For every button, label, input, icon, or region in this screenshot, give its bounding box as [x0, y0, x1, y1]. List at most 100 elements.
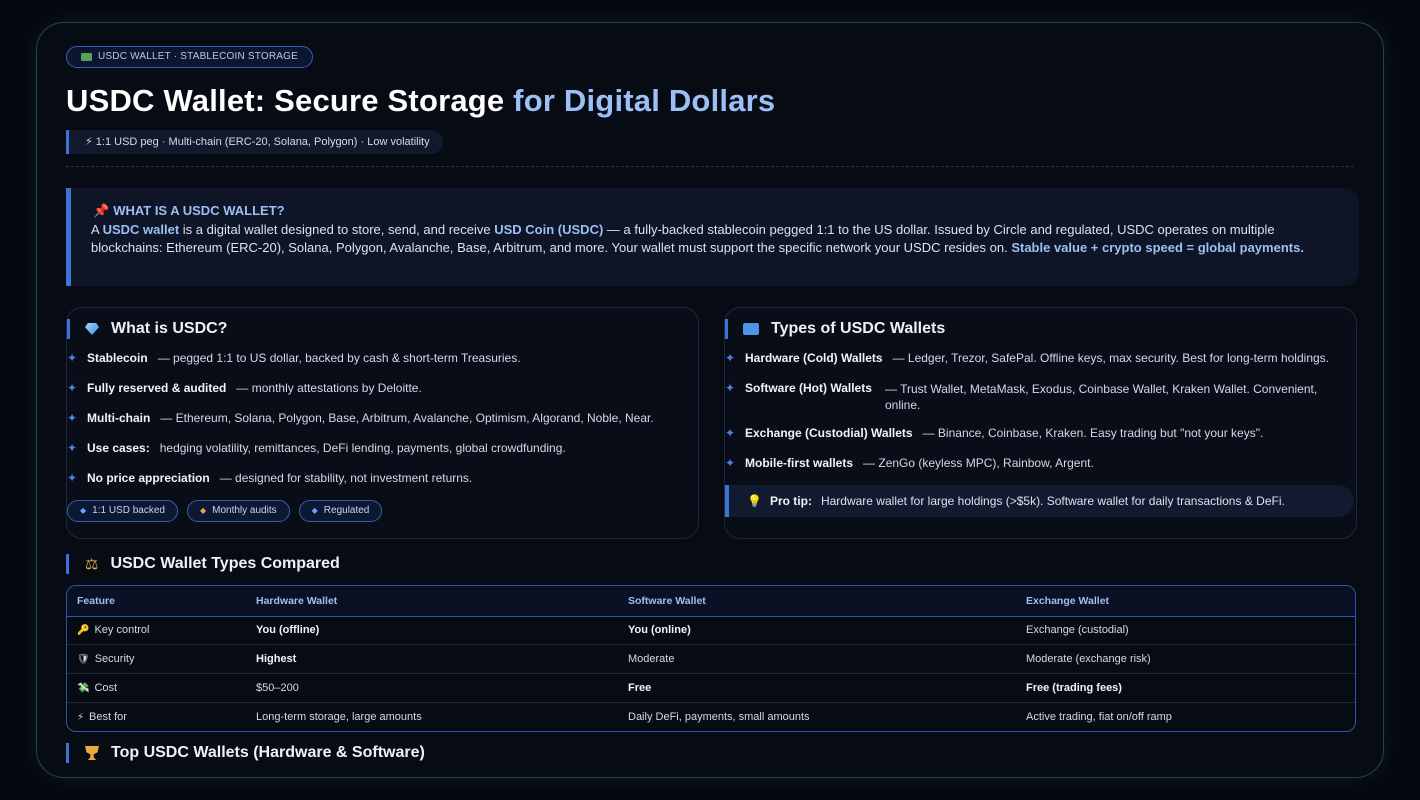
table-cell: $50–200	[256, 682, 299, 694]
category-pill-label: USDC WALLET · STABLECOIN STORAGE	[98, 51, 298, 62]
list-item-text: — Binance, Coinbase, Kraken. Easy tradin…	[922, 426, 1264, 440]
table-cell: Moderate	[628, 653, 675, 665]
sparkle-icon: ✦	[67, 351, 78, 365]
folder-icon	[743, 323, 759, 335]
list-item: ✦ Mobile-first wallets — ZenGo (keyless MP…	[725, 456, 1094, 470]
table-cell: You (online)	[628, 624, 691, 636]
pro-tip-label: Pro tip:	[769, 494, 812, 508]
page-title-accent: for Digital Dollars	[513, 83, 776, 118]
trophy-icon	[85, 746, 99, 760]
badge-label: Regulated	[323, 505, 370, 516]
list-item-text: — Ethereum, Solana, Polygon, Base, Arbit…	[160, 411, 654, 425]
list-item: ✦ Multi-chain — Ethereum, Solana, Polygon,…	[67, 411, 654, 425]
table-cell: Daily DeFi, payments, small amounts	[628, 711, 810, 723]
list-item: ✦ Use cases: hedging volatility, remittanc…	[67, 441, 566, 455]
list-item: ✦ Exchange (Custodial) Wallets — Binance, …	[725, 426, 1263, 440]
shield-icon: 🛡	[77, 653, 90, 665]
table-row: 🔑 Key control You (offline) You (online) …	[67, 616, 1355, 645]
list-item-text: — designed for stability, not investment…	[219, 471, 473, 485]
list-item-label: No price appreciation	[87, 471, 210, 485]
pin-icon: 📌	[93, 203, 110, 218]
list-item-text: — Trust Wallet, MetaMask, Exodus, Coinba…	[885, 382, 1318, 412]
list-item: ✦ Stablecoin — pegged 1:1 to US dollar, ba…	[67, 351, 521, 365]
gem-icon	[85, 323, 99, 335]
diamond-icon: ◆	[80, 506, 87, 515]
list-item-text: — pegged 1:1 to US dollar, backed by cas…	[157, 351, 521, 365]
main-card: USDC WALLET · STABLECOIN STORAGE USDC Wa…	[36, 22, 1384, 778]
divider	[66, 166, 1354, 167]
page-title: USDC Wallet: Secure Storage for Digital …	[66, 83, 775, 119]
pro-tip-text: Hardware wallet for large holdings (>$5k…	[820, 494, 1285, 508]
sparkle-icon: ✦	[725, 426, 736, 440]
table-cell: Long-term storage, large amounts	[256, 711, 422, 723]
list-item-label: Software (Hot) Wallets	[745, 381, 872, 395]
column-header: Software Wallet	[628, 595, 706, 607]
list-item: ✦ Hardware (Cold) Wallets — Ledger, Trezor…	[725, 351, 1329, 365]
what-is-usdc-wallet-box: 📌 WHAT IS A USDC WALLET? A USDC wallet is…	[66, 188, 1359, 286]
pro-tip: 💡 Pro tip: Hardware wallet for large hol…	[725, 485, 1354, 517]
list-item: ✦ Software (Hot) Wallets — Trust Wallet, M…	[725, 381, 1345, 413]
comparison-table: Feature Hardware Wallet Software Wallet …	[66, 585, 1356, 732]
usd-coin-link[interactable]: USD Coin (USDC)	[494, 222, 603, 237]
diamond-icon: ◆	[199, 506, 207, 515]
sparkle-icon: ✦	[67, 381, 78, 395]
table-header-row: Feature Hardware Wallet Software Wallet …	[67, 586, 1355, 617]
sparkle-icon: ✦	[725, 456, 736, 470]
what-box-title-text: WHAT IS A USDC WALLET?	[113, 203, 285, 218]
sparkle-icon: ✦	[67, 441, 78, 455]
badge-label: 1:1 USD backed	[92, 505, 165, 516]
wallet-types-panel: Types of USDC Wallets ✦ Hardware (Cold) W…	[724, 307, 1357, 539]
list-item-text: — monthly attestations by Deloitte.	[236, 381, 422, 395]
what-is-usdc-title: What is USDC?	[67, 319, 227, 339]
diamond-icon: ◆	[311, 506, 318, 515]
sparkle-icon: ✦	[725, 381, 736, 395]
list-item-label: Mobile-first wallets	[745, 456, 854, 470]
what-is-usdc-panel: What is USDC? ✦ Stablecoin — pegged 1:1 to…	[66, 307, 699, 539]
what-box-title: 📌 WHAT IS A USDC WALLET?	[93, 203, 285, 219]
sparkle-icon: ✦	[725, 351, 736, 365]
list-item-label: Use cases:	[87, 441, 150, 455]
money-icon	[81, 53, 92, 61]
sparkle-icon: ✦	[67, 471, 78, 485]
lightning-icon: ⚡	[77, 711, 85, 723]
table-row: 💸 Cost $50–200 Free Free (trading fees)	[67, 674, 1355, 703]
lightbulb-icon: 💡	[747, 494, 762, 508]
table-cell: Free	[628, 682, 652, 694]
list-item: ✦ No price appreciation — designed for sta…	[67, 471, 472, 485]
column-header: Feature	[77, 595, 115, 607]
scale-icon: ⚖	[85, 556, 99, 573]
page-title-main: USDC Wallet: Secure Storage	[66, 83, 514, 118]
category-pill: USDC WALLET · STABLECOIN STORAGE	[66, 46, 313, 68]
badge-monthly-audits: ◆ Monthly audits	[186, 500, 290, 522]
top-wallets-title-text: Top USDC Wallets (Hardware & Software)	[111, 744, 425, 761]
top-wallets-section-title: Top USDC Wallets (Hardware & Software)	[66, 743, 425, 763]
table-cell: Moderate (exchange risk)	[1026, 653, 1151, 665]
key-icon: 🔑	[77, 624, 90, 636]
wallet-types-title-text: Types of USDC Wallets	[771, 320, 946, 337]
what-box-highlight: Stable value + crypto speed = global pay…	[1011, 240, 1304, 255]
list-item-label: Exchange (Custodial) Wallets	[745, 426, 913, 440]
list-item-label: Multi-chain	[87, 411, 151, 425]
compare-section-title: ⚖ USDC Wallet Types Compared	[66, 554, 340, 574]
table-cell: Best for	[89, 711, 127, 723]
table-cell: Highest	[256, 653, 297, 665]
table-cell: Security	[94, 653, 135, 665]
column-header: Exchange Wallet	[1026, 595, 1110, 607]
table-row: ⚡ Best for Long-term storage, large amoun…	[67, 703, 1355, 731]
table-cell: Exchange (custodial)	[1026, 624, 1129, 636]
compare-title-text: USDC Wallet Types Compared	[110, 555, 340, 572]
badge-regulated: ◆ Regulated	[298, 500, 383, 522]
money-wings-icon: 💸	[77, 682, 90, 694]
what-is-usdc-title-text: What is USDC?	[111, 320, 228, 337]
table-cell: You (offline)	[256, 624, 320, 636]
list-item-text: — ZenGo (keyless MPC), Rainbow, Argent.	[863, 456, 1094, 470]
what-box-text-2: is a digital wallet designed to store, s…	[179, 222, 495, 237]
wallet-types-title: Types of USDC Wallets	[725, 319, 945, 339]
column-header: Hardware Wallet	[256, 595, 338, 607]
table-cell: Active trading, fiat on/off ramp	[1026, 711, 1172, 723]
what-box-text-1: A	[91, 222, 103, 237]
table-cell: Free (trading fees)	[1026, 682, 1122, 694]
badge-row: ◆ 1:1 USD backed ◆ Monthly audits ◆ Regulat…	[67, 500, 383, 522]
usdc-wallet-link[interactable]: USDC wallet	[103, 222, 180, 237]
list-item-label: Hardware (Cold) Wallets	[745, 351, 883, 365]
